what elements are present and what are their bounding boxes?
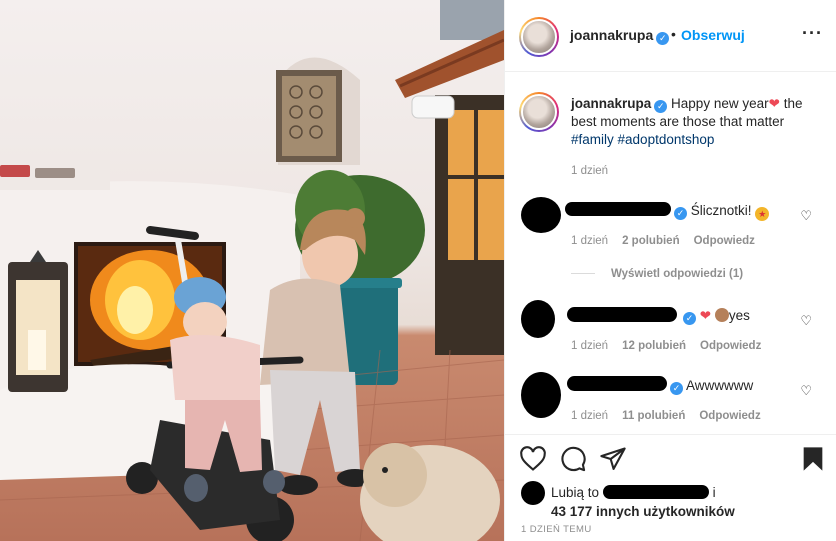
comment-like-heart-icon[interactable]: ♡ <box>800 383 812 399</box>
bookmark-icon[interactable] <box>799 445 827 473</box>
heart-emoji: ❤ <box>699 308 712 323</box>
hashtag-family[interactable]: #family <box>571 132 614 147</box>
verified-badge-icon: ✓ <box>683 312 696 325</box>
star-struck-emoji: ★ <box>755 207 770 221</box>
separator-dot: • <box>671 26 676 42</box>
reply-button[interactable]: Odpowiedz <box>694 235 755 247</box>
caption-avatar[interactable] <box>519 92 559 132</box>
comment-icon[interactable] <box>559 445 587 473</box>
comment-like-heart-icon[interactable]: ♡ <box>800 313 812 329</box>
comment-text: ✓ Awwwwww <box>667 378 753 395</box>
comment-username-redacted[interactable] <box>567 376 667 391</box>
hashtag-adoptdontshop[interactable]: #adoptdontshop <box>618 132 715 147</box>
caption-text-line1: Happy new year <box>671 96 769 111</box>
photo-illustration <box>0 0 504 541</box>
verified-badge-icon: ✓ <box>674 207 687 220</box>
likes-summary: Lubią to i 43 177 innych użytkowników <box>551 483 821 521</box>
caption-time[interactable]: 1 dzień <box>571 165 608 177</box>
share-icon[interactable] <box>599 445 627 473</box>
posted-time[interactable]: 1 DZIEŃ TEMU <box>521 524 592 535</box>
comment-avatar-redacted[interactable] <box>521 197 561 233</box>
post-photo[interactable] <box>0 0 504 541</box>
comment-time[interactable]: 1 dzień <box>571 340 608 352</box>
post-caption: joannakrupa ✓ Happy new year❤ the best mo… <box>571 95 821 149</box>
comment-meta: 1 dzień 12 polubień Odpowiedz <box>571 340 775 352</box>
author-avatar[interactable] <box>519 17 559 57</box>
comment-time[interactable]: 1 dzień <box>571 235 608 247</box>
verified-badge-icon: ✓ <box>654 100 668 113</box>
comment-likes[interactable]: 2 polubień <box>622 235 680 247</box>
reply-button[interactable]: Odpowiedz <box>700 340 761 352</box>
liker-avatar-redacted[interactable] <box>521 481 545 505</box>
heart-icon[interactable] <box>519 445 547 473</box>
comment-text: ✓ ❤ yes <box>680 308 750 325</box>
verified-badge-icon: ✓ <box>656 32 670 45</box>
comment-like-heart-icon[interactable]: ♡ <box>800 208 812 224</box>
likes-count[interactable]: 43 177 innych użytkowników <box>551 504 735 519</box>
reply-button[interactable]: Odpowiedz <box>699 410 760 422</box>
verified-badge-icon: ✓ <box>670 382 683 395</box>
comment-avatar-redacted[interactable] <box>521 300 555 338</box>
comment-meta: 1 dzień 11 polubień Odpowiedz <box>571 410 775 422</box>
clapping-hands-emoji <box>714 308 729 322</box>
comment-likes[interactable]: 12 polubień <box>622 340 686 352</box>
likes-prefix: Lubią to <box>551 485 600 500</box>
liker-username-redacted[interactable] <box>602 485 709 499</box>
view-replies-button[interactable]: Wyświetl odpowiedzi (1) <box>571 268 743 280</box>
post-actions: Lubią to i 43 177 innych użytkowników 1 … <box>505 434 836 541</box>
author-username[interactable]: joannakrupa ✓ <box>570 27 670 45</box>
heart-emoji: ❤ <box>768 96 780 111</box>
comment-likes[interactable]: 11 polubień <box>622 410 685 422</box>
comment-meta: 1 dzień 2 polubień Odpowiedz <box>571 235 769 247</box>
comment-username-redacted[interactable] <box>567 307 677 322</box>
comment-username-redacted[interactable] <box>565 202 671 216</box>
caption-username[interactable]: joannakrupa <box>571 96 651 111</box>
comment-avatar-redacted[interactable] <box>521 372 561 418</box>
more-options-icon[interactable]: ··· <box>802 24 823 42</box>
comment-time[interactable]: 1 dzień <box>571 410 608 422</box>
post-header: joannakrupa ✓ • Obserwuj ··· <box>505 0 836 72</box>
comment-text: ✓ Ślicznotki! ★ <box>671 203 770 221</box>
likes-and: i <box>712 485 716 500</box>
post-side-panel: joannakrupa ✓ • Obserwuj ··· joannakrupa ✓… <box>504 0 836 541</box>
follow-button[interactable]: Obserwuj <box>681 27 745 43</box>
